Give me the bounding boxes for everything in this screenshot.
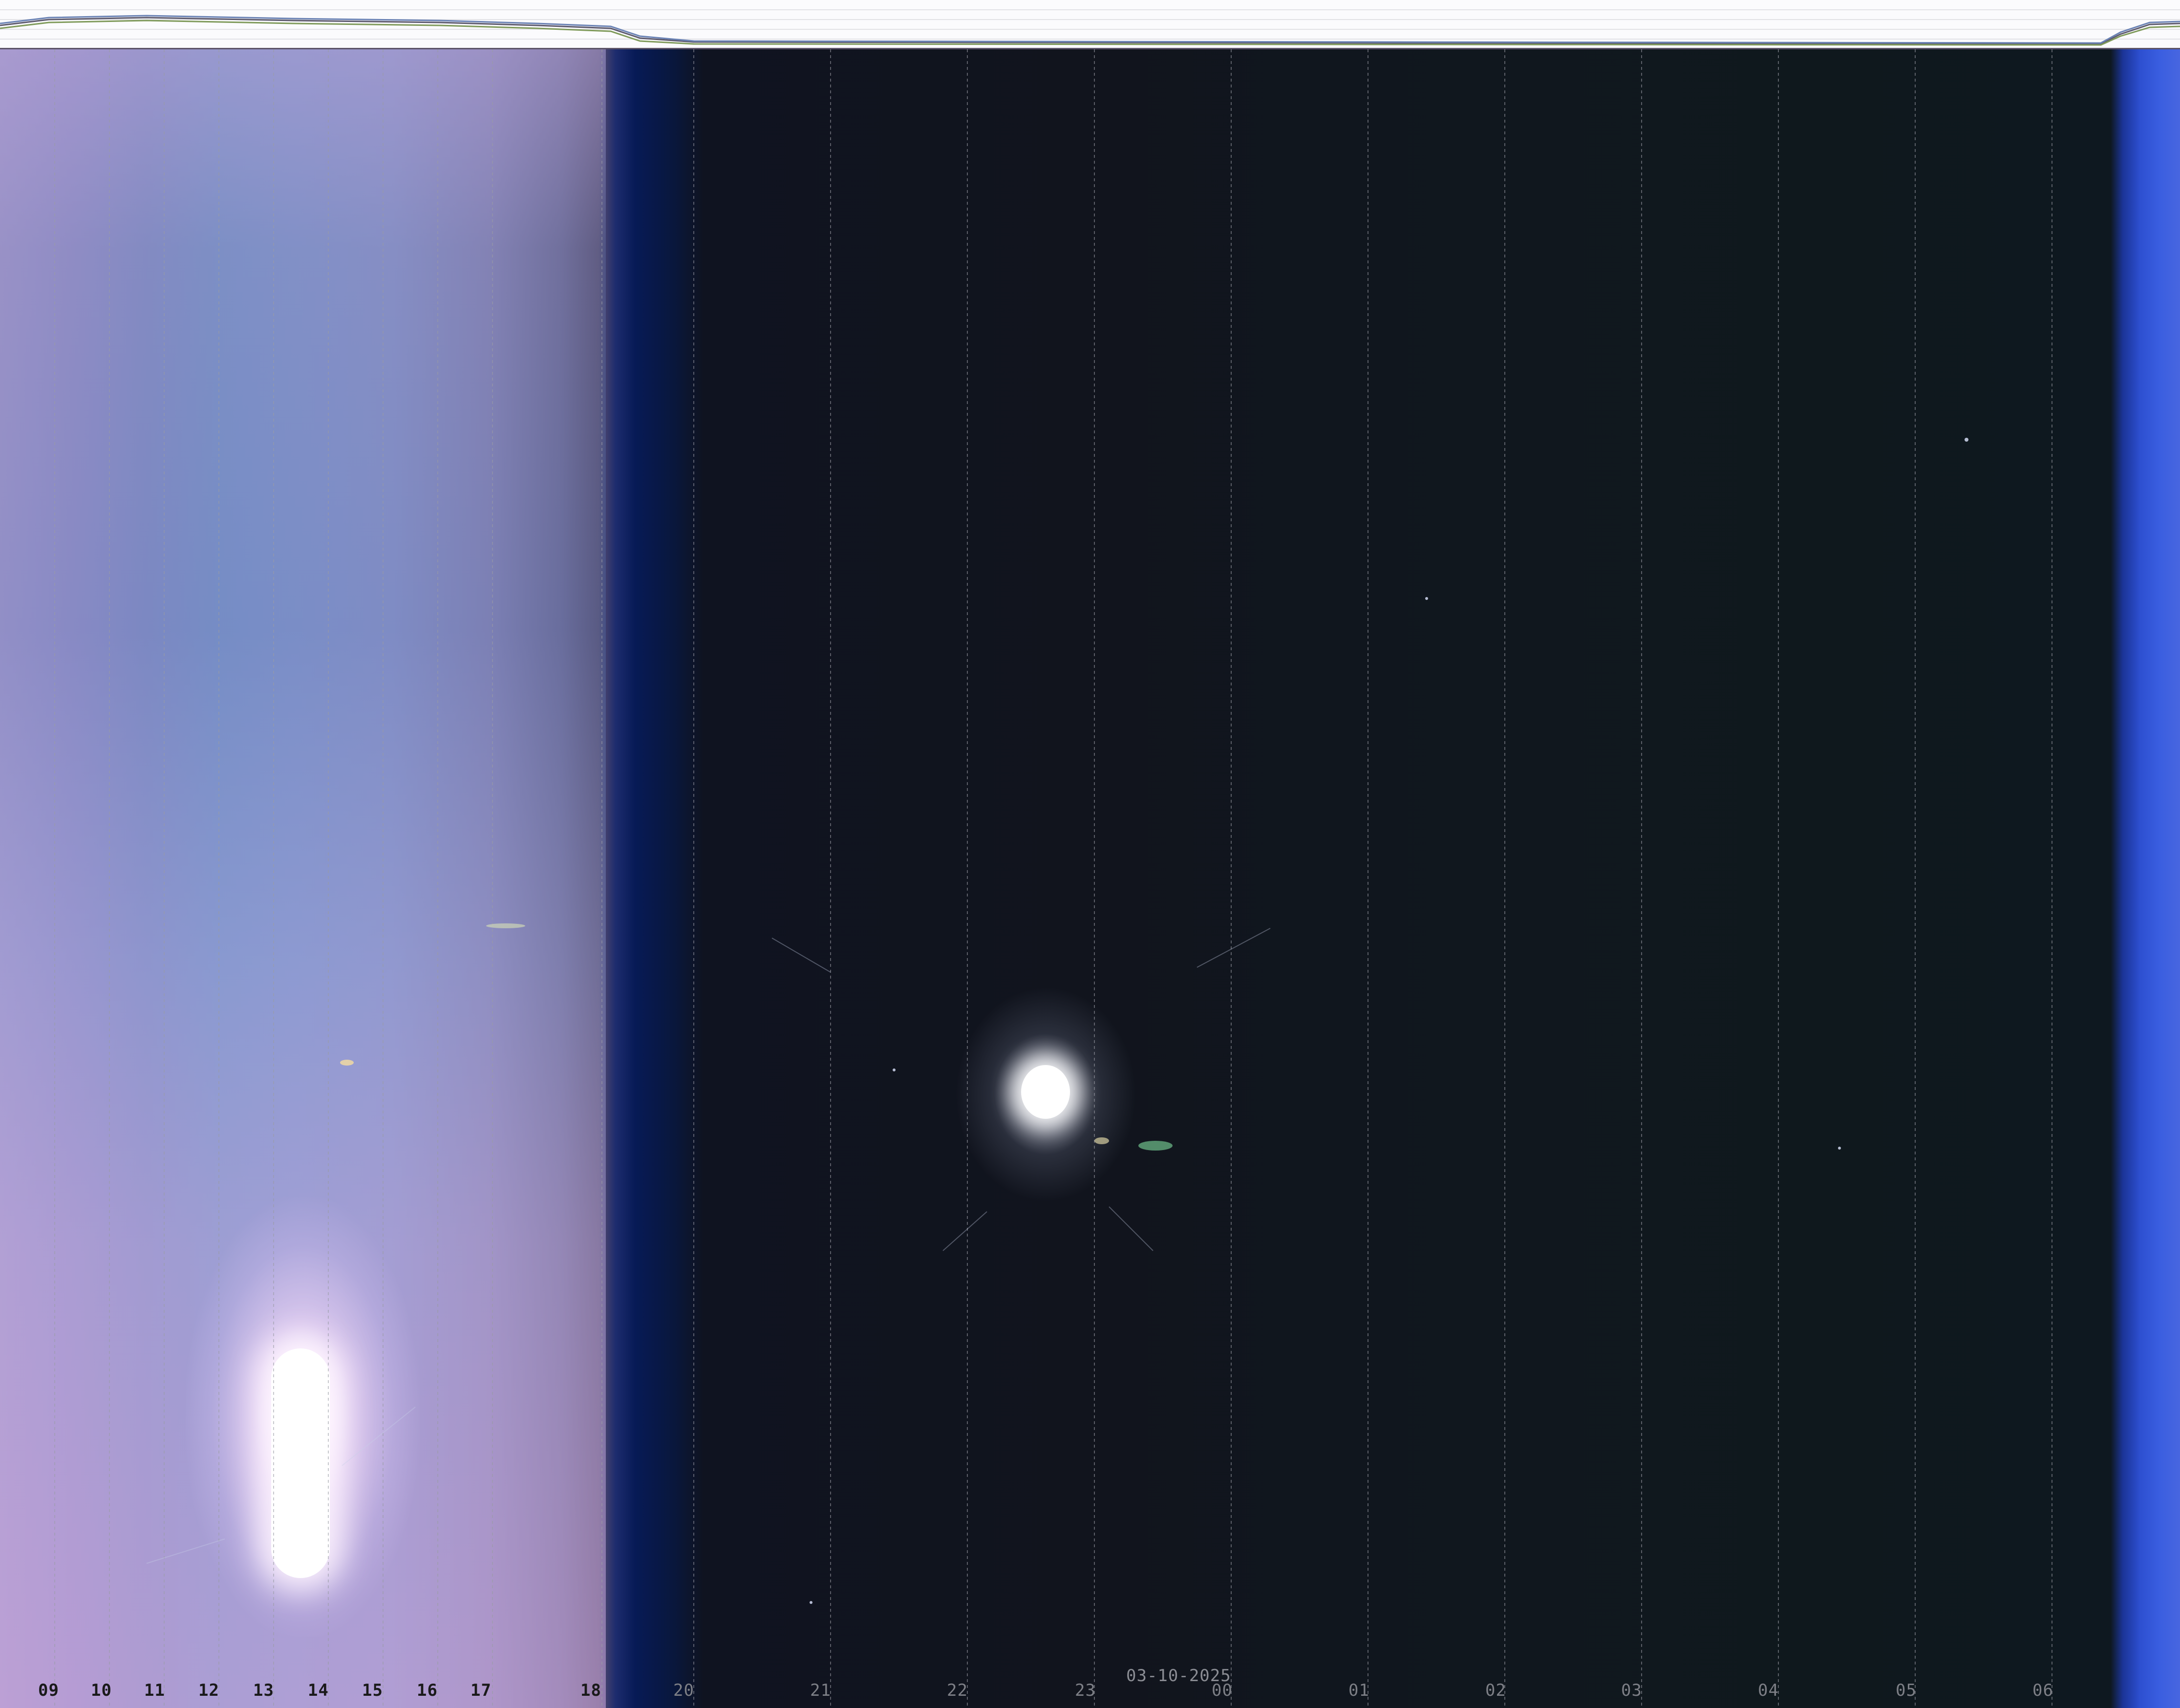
hour-label-11: 11 xyxy=(144,1681,165,1700)
hour-label-22: 22 xyxy=(947,1681,968,1700)
hour-label-21: 21 xyxy=(810,1681,831,1700)
hour-label-15: 15 xyxy=(362,1681,383,1700)
hour-label-01: 01 xyxy=(1348,1681,1369,1700)
hour-label-03: 03 xyxy=(1621,1681,1642,1700)
hour-label-14: 14 xyxy=(308,1681,329,1700)
hour-label-10: 10 xyxy=(91,1681,112,1700)
hour-label-12: 12 xyxy=(198,1681,219,1700)
hour-label-20: 20 xyxy=(673,1681,694,1700)
hour-label-18: 18 xyxy=(580,1681,601,1700)
hour-label-04: 04 xyxy=(1758,1681,1779,1700)
hour-label-13: 13 xyxy=(253,1681,274,1700)
hour-label-09: 09 xyxy=(38,1681,59,1700)
hour-gridlines xyxy=(54,49,2052,1708)
hour-label-05: 05 xyxy=(1896,1681,1917,1700)
hour-label-16: 16 xyxy=(417,1681,438,1700)
hour-label-23: 23 xyxy=(1075,1681,1096,1700)
hour-label-02: 02 xyxy=(1485,1681,1506,1700)
hour-label-06: 06 xyxy=(2032,1681,2053,1700)
hour-label-17: 17 xyxy=(470,1681,492,1700)
date-label: 03-10-2025 xyxy=(1126,1666,1231,1686)
